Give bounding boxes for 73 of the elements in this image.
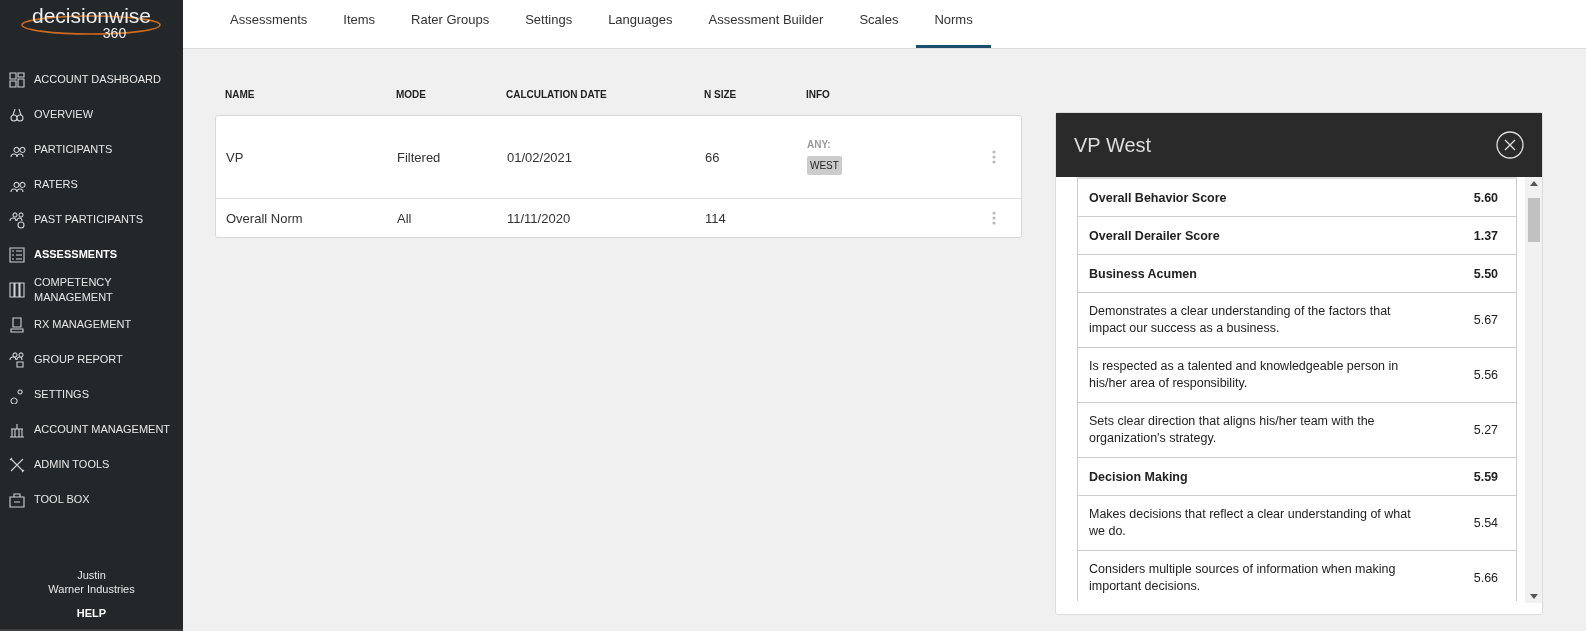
help-link[interactable]: HELP <box>76 607 107 619</box>
company-name: Warner Industries <box>48 583 135 595</box>
table-cell-text: 01/02/2021 <box>507 149 574 165</box>
score-label: Overall Derailer Score <box>1089 228 1220 243</box>
score-label: Demonstrates a clear understanding of the factors that impact our success as a business. <box>1089 303 1392 337</box>
filter-tag: WEST <box>807 156 842 175</box>
sidebar-item[interactable]: ACCOUNT DASHBOARD <box>0 62 183 97</box>
binders-icon <box>8 280 26 299</box>
column-header: INFO <box>806 89 831 102</box>
column-header: N SIZE <box>704 89 738 102</box>
tools-icon <box>8 455 26 474</box>
table-cell-text: 114 <box>705 210 727 226</box>
sidebar-item[interactable]: TOOL BOX <box>0 482 183 517</box>
score-value: 5.59 <box>1473 469 1499 484</box>
info-label: ANY: <box>807 139 831 150</box>
laptop-icon <box>8 315 26 334</box>
scroll-up-icon[interactable] <box>1529 181 1538 186</box>
panel-title: VP West <box>1074 133 1152 157</box>
sidebar-item[interactable]: OVERVIEW <box>0 97 183 132</box>
score-label: Is respected as a talented and knowledgeable person in his/her area of responsibility. <box>1089 358 1400 392</box>
table-cell-text: 11/11/2020 <box>507 210 572 226</box>
tab[interactable]: Norms <box>916 0 991 48</box>
toolbox-icon <box>8 490 26 509</box>
sidebar-item[interactable]: GROUP REPORT <box>0 342 183 377</box>
score-label: Considers multiple sources of information when making important decisions. <box>1089 561 1397 595</box>
tab[interactable]: Settings <box>507 0 591 48</box>
column-header: MODE <box>396 89 427 102</box>
people-clock-icon <box>8 210 26 229</box>
column-header: NAME <box>225 89 256 102</box>
sidebar-item[interactable]: RX MANAGEMENT <box>0 307 183 342</box>
score-value: 5.66 <box>1473 571 1499 585</box>
table-cell-text: Filtered <box>397 149 442 165</box>
tab[interactable]: Assessment Builder <box>690 0 842 48</box>
list-icon <box>8 245 26 264</box>
score-value: 5.60 <box>1473 190 1499 205</box>
scrollbar[interactable] <box>1525 177 1542 603</box>
table-cell-text: Overall Norm <box>226 210 304 226</box>
score-value: 1.37 <box>1473 228 1499 243</box>
sidebar-item[interactable]: RATERS <box>0 167 183 202</box>
tab[interactable]: Assessments <box>212 0 326 48</box>
score-label: Business Acumen <box>1089 266 1197 281</box>
sidebar-item[interactable]: ADMIN TOOLS <box>0 447 183 482</box>
score-value: 5.50 <box>1473 266 1499 281</box>
sidebar-item[interactable]: ASSESSMENTS <box>0 237 183 272</box>
score-value: 5.56 <box>1473 368 1499 382</box>
scrollbar-thumb[interactable] <box>1527 198 1540 242</box>
score-value: 5.54 <box>1473 516 1499 530</box>
tab[interactable]: Scales <box>841 0 917 48</box>
tab[interactable]: Rater Groups <box>393 0 508 48</box>
people-document-icon <box>8 350 26 369</box>
kebab-menu-icon[interactable] <box>991 150 997 164</box>
score-label: Makes decisions that reflect a clear understanding of what we do. <box>1089 506 1412 540</box>
sidebar-item[interactable]: COMPETENCY MANAGEMENT <box>0 272 183 307</box>
dashboard-icon <box>8 70 26 89</box>
scroll-down-icon[interactable] <box>1529 594 1538 599</box>
close-icon[interactable] <box>1496 131 1524 159</box>
score-label: Overall Behavior Score <box>1089 190 1227 205</box>
kebab-menu-icon[interactable] <box>991 211 997 225</box>
tab[interactable]: Items <box>325 0 394 48</box>
table-cell-text: 66 <box>705 149 721 165</box>
sidebar-item[interactable]: PAST PARTICIPANTS <box>0 202 183 237</box>
sidebar-item[interactable]: ACCOUNT MANAGEMENT <box>0 412 183 447</box>
table-cell-text: VP <box>226 149 245 165</box>
user-name: Justin <box>77 569 106 581</box>
score-label: Decision Making <box>1089 469 1188 484</box>
score-value: 5.67 <box>1473 313 1499 327</box>
sidebar-item[interactable]: PARTICIPANTS <box>0 132 183 167</box>
column-header: CALCULATION DATE <box>506 89 608 102</box>
score-label: Sets clear direction that aligns his/her team with the organization's strategy. <box>1089 413 1376 447</box>
tab[interactable]: Languages <box>590 0 691 48</box>
table-cell-text: All <box>397 210 413 226</box>
score-value: 5.27 <box>1473 423 1499 437</box>
sidebar-item[interactable]: SETTINGS <box>0 377 183 412</box>
